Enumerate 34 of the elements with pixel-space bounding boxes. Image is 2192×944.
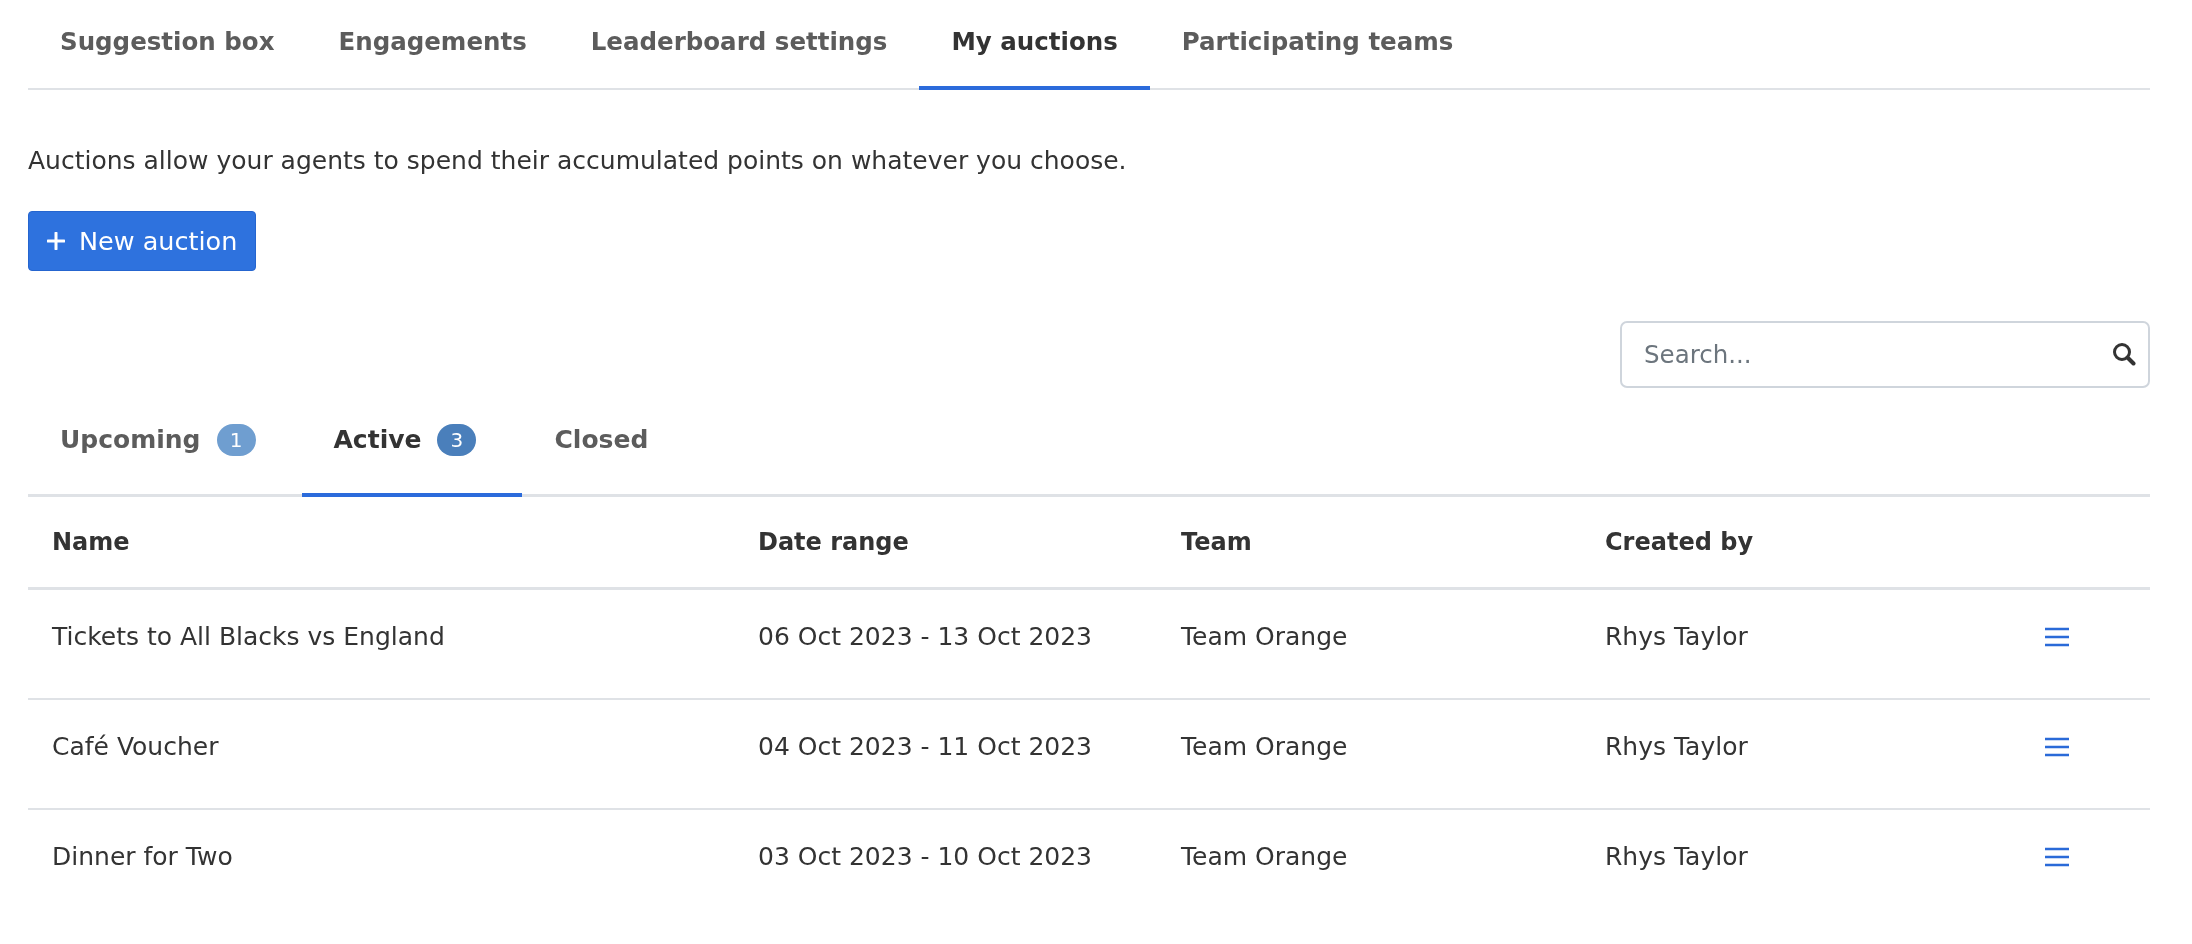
tab[interactable]: My auctions <box>919 0 1150 90</box>
column-header: Date range <box>757 527 910 558</box>
count-badge: 3 <box>437 424 477 456</box>
table-cell-text: Rhys Taylor <box>1604 841 1749 873</box>
column-header: Created by <box>1604 527 1755 558</box>
table-cell-text: Rhys Taylor <box>1604 731 1749 763</box>
table-cell-text: Tickets to All Blacks vs England <box>51 621 446 653</box>
table-cell-text: Rhys Taylor <box>1604 621 1749 653</box>
table-cell-text: Dinner for Two <box>51 841 234 873</box>
column-header: Team <box>1180 527 1253 558</box>
plus-icon <box>47 232 65 250</box>
tab[interactable]: Engagements <box>306 0 559 90</box>
menu-icon[interactable] <box>2045 627 2069 647</box>
status-tab[interactable]: Active 3 <box>301 388 523 497</box>
menu-icon[interactable] <box>2045 847 2069 867</box>
tab[interactable]: Participating teams <box>1149 0 1486 90</box>
table-cell-text: 06 Oct 2023 - 13 Oct 2023 <box>757 621 1094 653</box>
description-text: Auctions allow your agents to spend their accumulated points on whatever you choose. <box>28 145 1128 177</box>
column-header: Name <box>51 527 131 558</box>
tab[interactable]: Leaderboard settings <box>558 0 920 90</box>
menu-icon[interactable] <box>2045 737 2069 757</box>
search-field[interactable]: Search... <box>1620 321 2150 388</box>
table-cell-text: Café Voucher <box>51 731 220 763</box>
table-cell-text: 03 Oct 2023 - 10 Oct 2023 <box>757 841 1094 873</box>
status-tab[interactable]: Upcoming 1 <box>28 388 302 497</box>
tab[interactable]: Suggestion box <box>28 0 307 90</box>
status-tab[interactable]: Closed <box>522 388 695 497</box>
table-cell-text: Team Orange <box>1180 621 1349 653</box>
table-cell-text: Team Orange <box>1180 731 1349 763</box>
table-cell-text: Team Orange <box>1180 841 1349 873</box>
table-cell-text: 04 Oct 2023 - 11 Oct 2023 <box>757 731 1094 763</box>
new-auction-button[interactable]: New auction <box>28 211 257 271</box>
count-badge: 1 <box>216 424 256 456</box>
search-icon <box>2112 342 2136 366</box>
